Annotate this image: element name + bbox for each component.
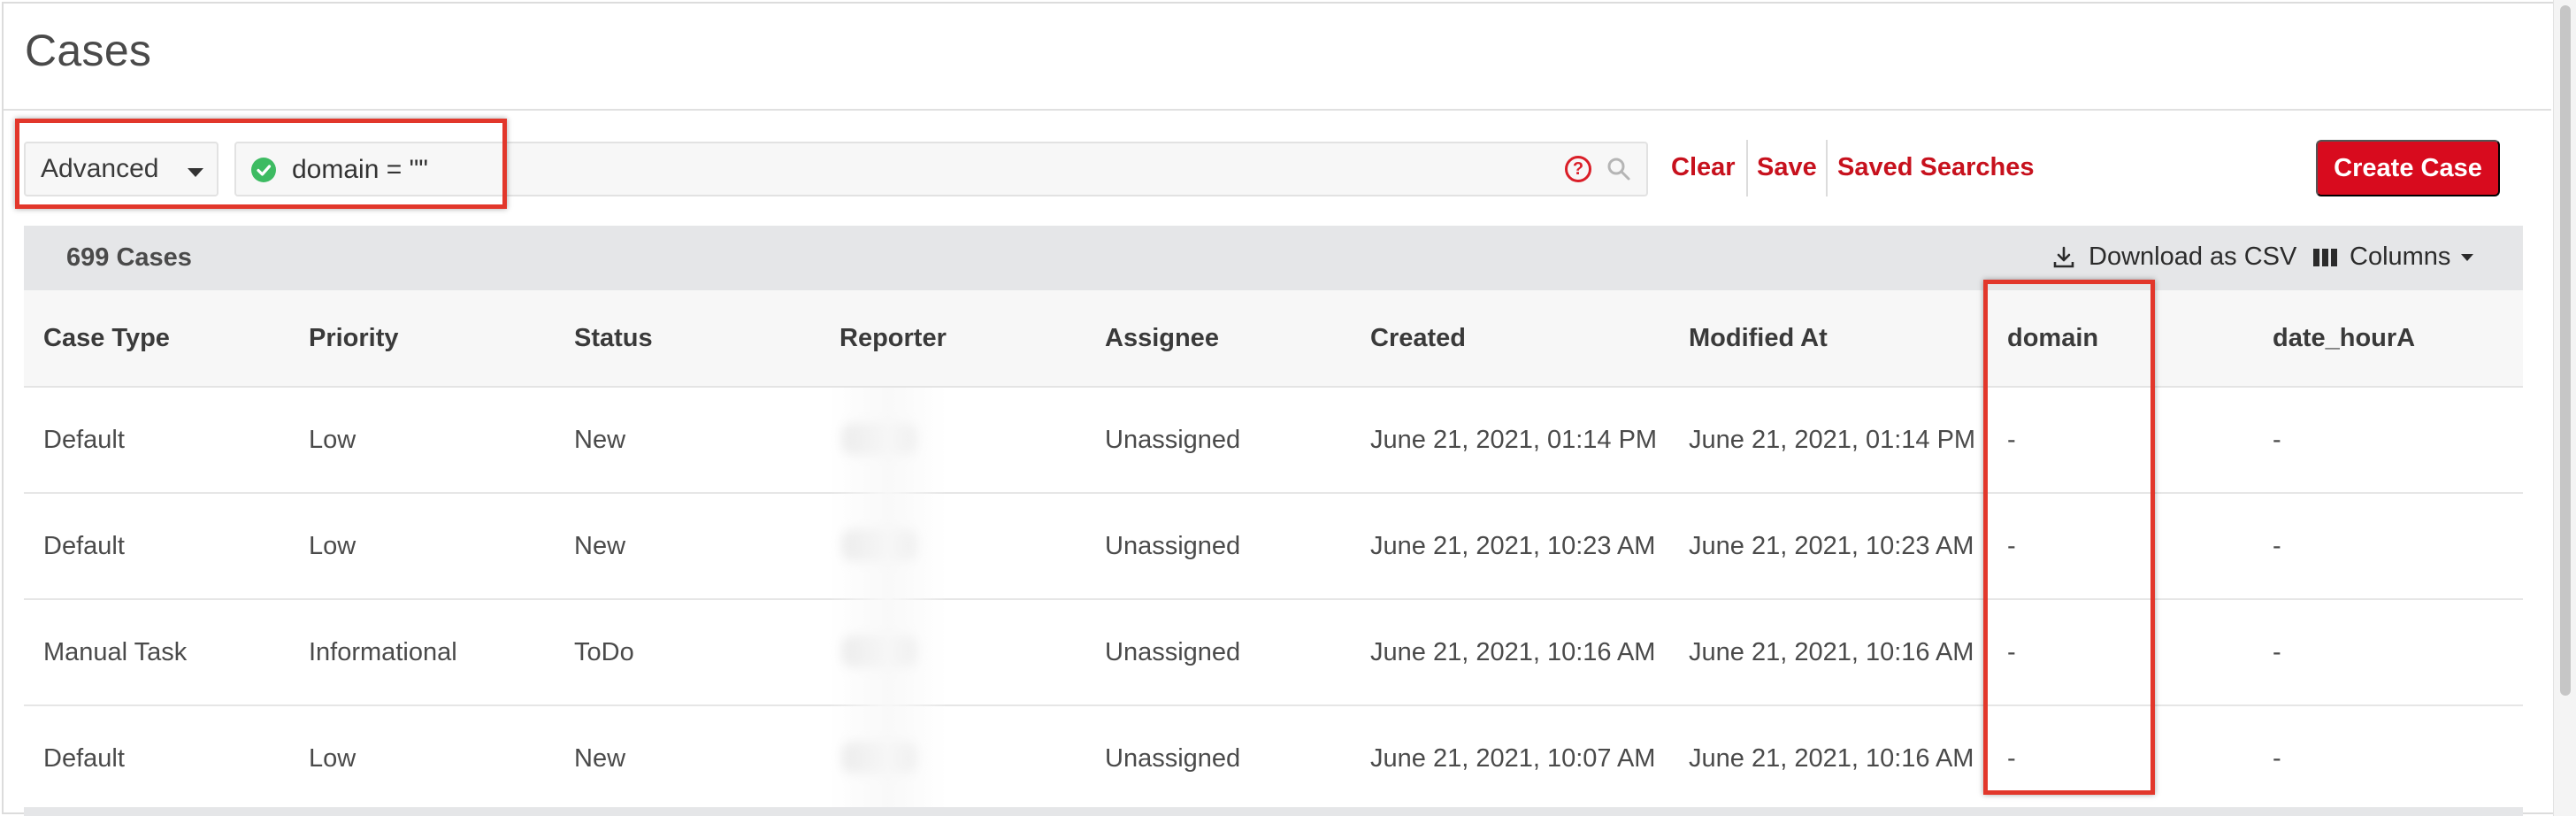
chevron-down-icon	[188, 168, 203, 177]
column-header-status[interactable]: Status	[574, 324, 653, 353]
cell-reporter-redacted	[842, 742, 916, 774]
cell-priority: Low	[309, 744, 356, 773]
column-header-priority[interactable]: Priority	[309, 324, 399, 353]
saved-searches-button[interactable]: Saved Searches	[1837, 153, 2034, 182]
action-separator	[1746, 140, 1748, 196]
columns-label: Columns	[2350, 242, 2451, 271]
cell-assignee: Unassigned	[1105, 426, 1241, 454]
table-toolbar: 699 Cases Download as CSV Columns	[24, 226, 2523, 290]
save-search-button[interactable]: Save	[1757, 153, 1817, 182]
cell-status: New	[574, 744, 626, 773]
table-footer-strip	[24, 807, 2523, 816]
cell-date-hour: -	[2273, 744, 2281, 773]
column-header-modified-at[interactable]: Modified At	[1689, 324, 1828, 353]
columns-icon	[2313, 248, 2337, 266]
cell-modified-at: June 21, 2021, 10:23 AM	[1689, 532, 1974, 560]
cell-case-type: Default	[43, 426, 125, 454]
cell-assignee: Unassigned	[1105, 744, 1241, 773]
cases-table: 699 Cases Download as CSV Columns Case T…	[24, 226, 2523, 816]
column-header-reporter[interactable]: Reporter	[840, 324, 947, 353]
cell-priority: Low	[309, 532, 356, 560]
search-icon[interactable]	[1606, 156, 1632, 182]
download-csv-button[interactable]: Download as CSV	[2051, 242, 2296, 272]
create-case-button[interactable]: Create Case	[2316, 140, 2500, 196]
table-row[interactable]: Default Low New Unassigned June 21, 2021…	[24, 388, 2523, 494]
cell-assignee: Unassigned	[1105, 638, 1241, 666]
cell-case-type: Manual Task	[43, 638, 188, 666]
search-input[interactable]: domain = "" ?	[234, 142, 1648, 196]
cell-reporter-redacted	[842, 635, 916, 667]
help-icon[interactable]: ?	[1565, 156, 1591, 182]
cell-domain: -	[2007, 426, 2016, 454]
page-scrollbar[interactable]	[2553, 0, 2576, 816]
cell-date-hour: -	[2273, 532, 2281, 560]
table-row[interactable]: Default Low New Unassigned June 21, 2021…	[24, 494, 2523, 600]
column-header-assignee[interactable]: Assignee	[1105, 324, 1219, 353]
header-divider	[4, 109, 2551, 111]
cell-case-type: Default	[43, 532, 125, 560]
cell-modified-at: June 21, 2021, 10:16 AM	[1689, 744, 1974, 773]
cell-created: June 21, 2021, 10:07 AM	[1370, 744, 1656, 773]
cell-date-hour: -	[2273, 426, 2281, 454]
cell-domain: -	[2007, 744, 2016, 773]
column-header-date-hour[interactable]: date_hourA	[2273, 324, 2415, 353]
cell-priority: Informational	[309, 638, 457, 666]
cell-status: New	[574, 532, 626, 560]
cell-status: New	[574, 426, 626, 454]
chevron-down-icon	[2461, 253, 2474, 261]
columns-menu-button[interactable]: Columns	[2312, 242, 2474, 272]
cell-case-type: Default	[43, 744, 125, 773]
column-header-case-type[interactable]: Case Type	[43, 324, 170, 353]
clear-button[interactable]: Clear	[1671, 153, 1736, 182]
cell-assignee: Unassigned	[1105, 532, 1241, 560]
cell-modified-at: June 21, 2021, 01:14 PM	[1689, 426, 1976, 454]
search-mode-label: Advanced	[41, 154, 159, 183]
cell-priority: Low	[309, 426, 356, 454]
cell-created: June 21, 2021, 01:14 PM	[1370, 426, 1658, 454]
cell-created: June 21, 2021, 10:16 AM	[1370, 638, 1656, 666]
page-title: Cases	[25, 26, 152, 75]
column-header-domain[interactable]: domain	[2007, 324, 2098, 353]
case-count: 699 Cases	[66, 243, 192, 272]
check-circle-icon	[251, 158, 276, 182]
column-header-created[interactable]: Created	[1370, 324, 1466, 353]
cell-reporter-redacted	[842, 529, 916, 561]
cell-date-hour: -	[2273, 638, 2281, 666]
table-row[interactable]: Default Low New Unassigned June 21, 2021…	[24, 706, 2523, 812]
action-separator	[1826, 140, 1828, 196]
download-icon	[2053, 246, 2074, 267]
search-query-text[interactable]: domain = ""	[292, 155, 428, 185]
download-csv-label: Download as CSV	[2089, 242, 2297, 271]
table-row[interactable]: Manual Task Informational ToDo Unassigne…	[24, 600, 2523, 706]
table-header: Case Type Priority Status Reporter Assig…	[24, 290, 2523, 388]
cell-modified-at: June 21, 2021, 10:16 AM	[1689, 638, 1974, 666]
cell-created: June 21, 2021, 10:23 AM	[1370, 532, 1656, 560]
cell-domain: -	[2007, 532, 2016, 560]
search-mode-select[interactable]: Advanced	[24, 142, 218, 196]
cell-reporter-redacted	[842, 423, 916, 455]
scrollbar-thumb[interactable]	[2560, 5, 2571, 696]
cell-status: ToDo	[574, 638, 634, 666]
cell-domain: -	[2007, 638, 2016, 666]
